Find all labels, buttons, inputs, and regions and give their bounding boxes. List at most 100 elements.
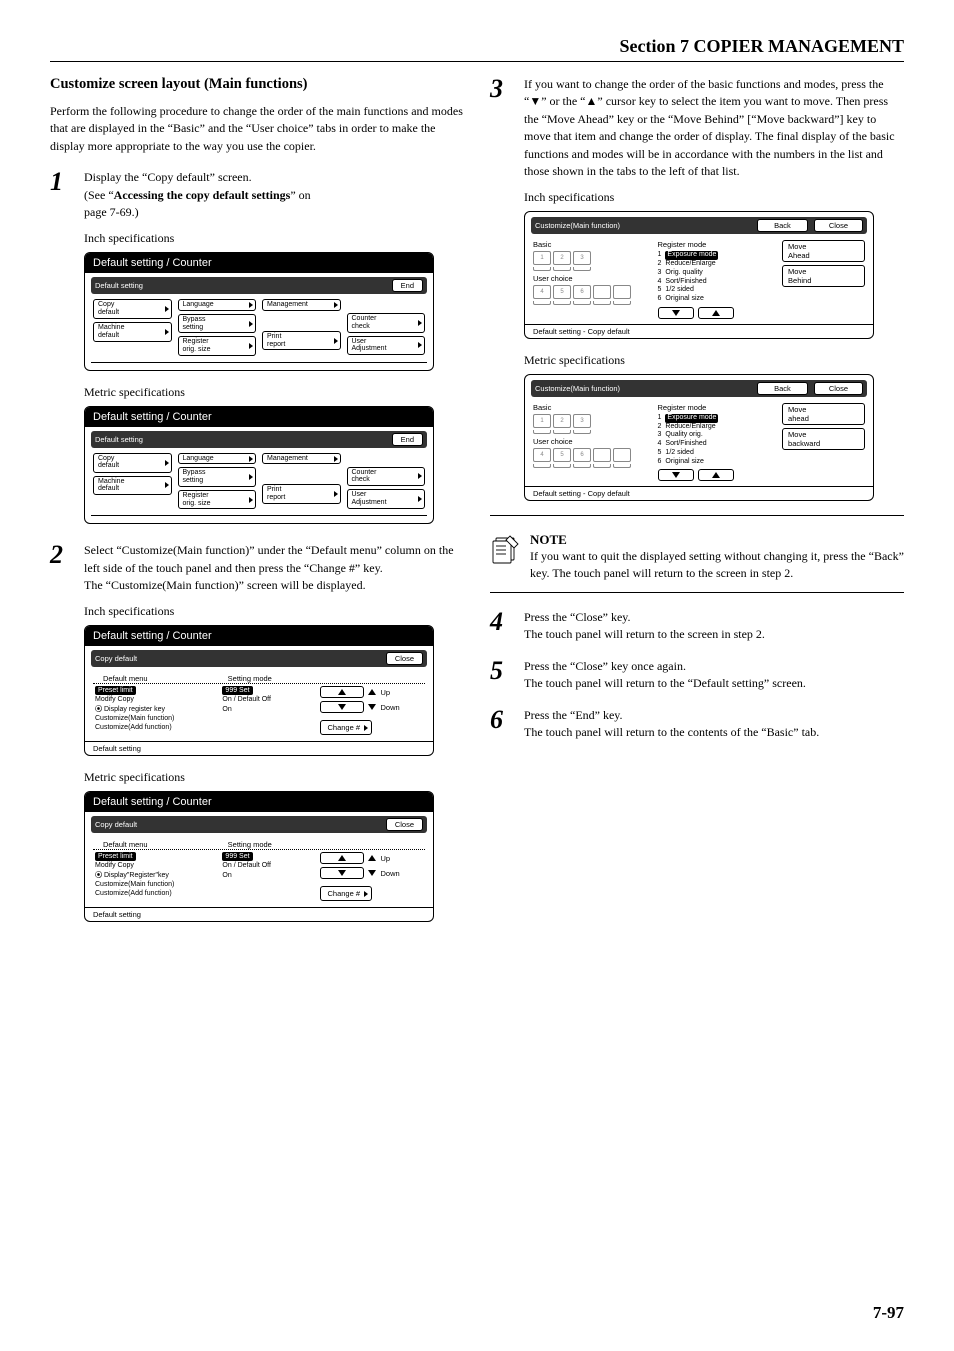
counter-check-button[interactable]: Counter check (347, 467, 426, 486)
list-item[interactable]: Preset limit (95, 686, 136, 695)
panel-bar-label: Copy default (95, 654, 137, 663)
default-setting-panel-inch: Default setting / Counter Default settin… (84, 252, 434, 370)
step-3-text: If you want to change the order of the b… (524, 76, 904, 180)
list-item[interactable]: ⦿ Display register key (93, 705, 218, 714)
step-2-text: Select “Customize(Main function)” under … (84, 542, 464, 594)
machine-default-button[interactable]: Machine default (93, 476, 172, 495)
col-default-menu: Default menu (93, 840, 228, 849)
management-button[interactable]: Management (262, 453, 341, 465)
up-label: Up (380, 854, 390, 863)
up-label: Up (380, 688, 390, 697)
step-4: 4 Press the “Close” key. The touch panel… (490, 609, 904, 644)
panel-footer: Default setting - Copy default (525, 486, 873, 500)
machine-default-button[interactable]: Machine default (93, 322, 172, 341)
step1-post: ” on (290, 188, 310, 202)
list-item[interactable]: Modify Copy (93, 695, 218, 704)
panel-title: Default setting / Counter (85, 626, 433, 646)
metric-spec-label-2: Metric specifications (84, 770, 464, 785)
register-button[interactable]: Register orig. size (178, 336, 257, 355)
step-5-l1: Press the “Close” key once again. (524, 658, 904, 675)
copy-default-button[interactable]: Copy default (93, 453, 172, 473)
back-button[interactable]: Back (757, 219, 808, 232)
menu-list[interactable]: Preset limit Modify Copy ⦿ Display"Regis… (93, 852, 218, 901)
close-button[interactable]: Close (386, 652, 423, 665)
step-1: 1 Display the “Copy default” screen. (Se… (50, 169, 464, 221)
list-item[interactable]: Customize(Add function) (93, 723, 218, 732)
down-arrow-button[interactable] (320, 867, 364, 879)
step-6-l1: Press the “End” key. (524, 707, 904, 724)
copy-default-button[interactable]: Copy default (93, 299, 172, 319)
panel-bar-label: Default setting (95, 281, 143, 290)
list-item[interactable]: Customize(Add function) (93, 889, 218, 898)
end-button[interactable]: End (392, 433, 423, 446)
panel-bar-label: Customize(Main function) (535, 221, 620, 230)
page-number: 7-97 (873, 1303, 904, 1323)
print-report-button[interactable]: Print report (262, 331, 341, 350)
down-arrow-button[interactable] (320, 701, 364, 713)
step-3-num: 3 (490, 76, 512, 180)
user-adjustment-button[interactable]: User Adjustment (347, 489, 426, 508)
col-setting-mode: Setting mode (228, 840, 321, 849)
up-arrow-button[interactable] (698, 469, 734, 481)
language-button[interactable]: Language (178, 299, 257, 311)
register-button[interactable]: Register orig. size (178, 490, 257, 509)
close-button[interactable]: Close (814, 382, 863, 395)
top-rule (50, 61, 904, 62)
down-arrow-button[interactable] (658, 307, 694, 319)
panel-title: Default setting / Counter (85, 792, 433, 812)
step-4-l2: The touch panel will return to the scree… (524, 626, 904, 643)
move-backward-button[interactable]: Move backward (782, 428, 865, 450)
bypass-button[interactable]: Bypass setting (178, 314, 257, 333)
list-item[interactable]: Preset limit (95, 852, 136, 861)
list-item[interactable]: Customize(Main function) (93, 714, 218, 723)
move-ahead-button[interactable]: Move Ahead (782, 240, 865, 262)
panel-footer: Default setting (85, 741, 433, 755)
inch-spec-label-2: Inch specifications (84, 604, 464, 619)
step-4-l1: Press the “Close” key. (524, 609, 904, 626)
up-arrow-button[interactable] (320, 852, 364, 864)
panel-bar-label: Customize(Main function) (535, 384, 620, 393)
up-arrow-button[interactable] (698, 307, 734, 319)
move-ahead-button[interactable]: Move ahead (782, 403, 865, 425)
print-report-button[interactable]: Print report (262, 484, 341, 503)
list-item[interactable]: Customize(Main function) (93, 880, 218, 889)
close-button[interactable]: Close (386, 818, 423, 831)
change-button[interactable]: Change # (320, 720, 372, 735)
step-2: 2 Select “Customize(Main function)” unde… (50, 542, 464, 594)
left-column: Customize screen layout (Main functions)… (50, 76, 464, 936)
step-3: 3 If you want to change the order of the… (490, 76, 904, 180)
move-behind-button[interactable]: Move Behind (782, 265, 865, 287)
close-button[interactable]: Close (814, 219, 863, 232)
register-list[interactable]: 1Exposure mode 2Reduce/Enlarge 3Orig. qu… (658, 251, 777, 304)
counter-check-button[interactable]: Counter check (347, 313, 426, 332)
down-arrow-button[interactable] (658, 469, 694, 481)
step-2-num: 2 (50, 542, 72, 594)
menu-list[interactable]: Preset limit Modify Copy ⦿ Display regis… (93, 686, 218, 735)
step-1-num: 1 (50, 169, 72, 221)
back-button[interactable]: Back (757, 382, 808, 395)
tabs-preview: Basic 123 User choice 456 (533, 403, 652, 482)
list-item[interactable]: ⦿ Display"Register"key (93, 871, 218, 880)
bypass-button[interactable]: Bypass setting (178, 467, 257, 486)
note-text: If you want to quit the displayed settin… (530, 548, 904, 582)
note-icon (490, 532, 522, 568)
panel-bar-label: Copy default (95, 820, 137, 829)
end-button[interactable]: End (392, 279, 423, 292)
metric-spec-label-3: Metric specifications (524, 353, 904, 368)
user-adjustment-button[interactable]: User Adjustment (347, 336, 426, 355)
register-list[interactable]: 1Exposure mode 2Reduce/Enlarge 3Quality … (658, 414, 777, 467)
management-button[interactable]: Management (262, 299, 341, 311)
step1-strong: Accessing the copy default settings (114, 188, 291, 202)
tabs-preview: Basic 123 User choice 456 (533, 240, 652, 319)
panel-footer: Default setting (85, 907, 433, 921)
value-list: 999 Set On / Default Off On (222, 852, 316, 901)
step-5-num: 5 (490, 658, 512, 693)
col-default-menu: Default menu (93, 674, 228, 683)
down-label: Down (380, 703, 399, 712)
up-arrow-button[interactable] (320, 686, 364, 698)
customize-panel-metric: Customize(Main function) Back Close Basi… (524, 374, 874, 502)
language-button[interactable]: Language (178, 453, 257, 465)
list-item[interactable]: Modify Copy (93, 861, 218, 870)
step-1-line1: Display the “Copy default” screen. (84, 169, 464, 186)
change-button[interactable]: Change # (320, 886, 372, 901)
